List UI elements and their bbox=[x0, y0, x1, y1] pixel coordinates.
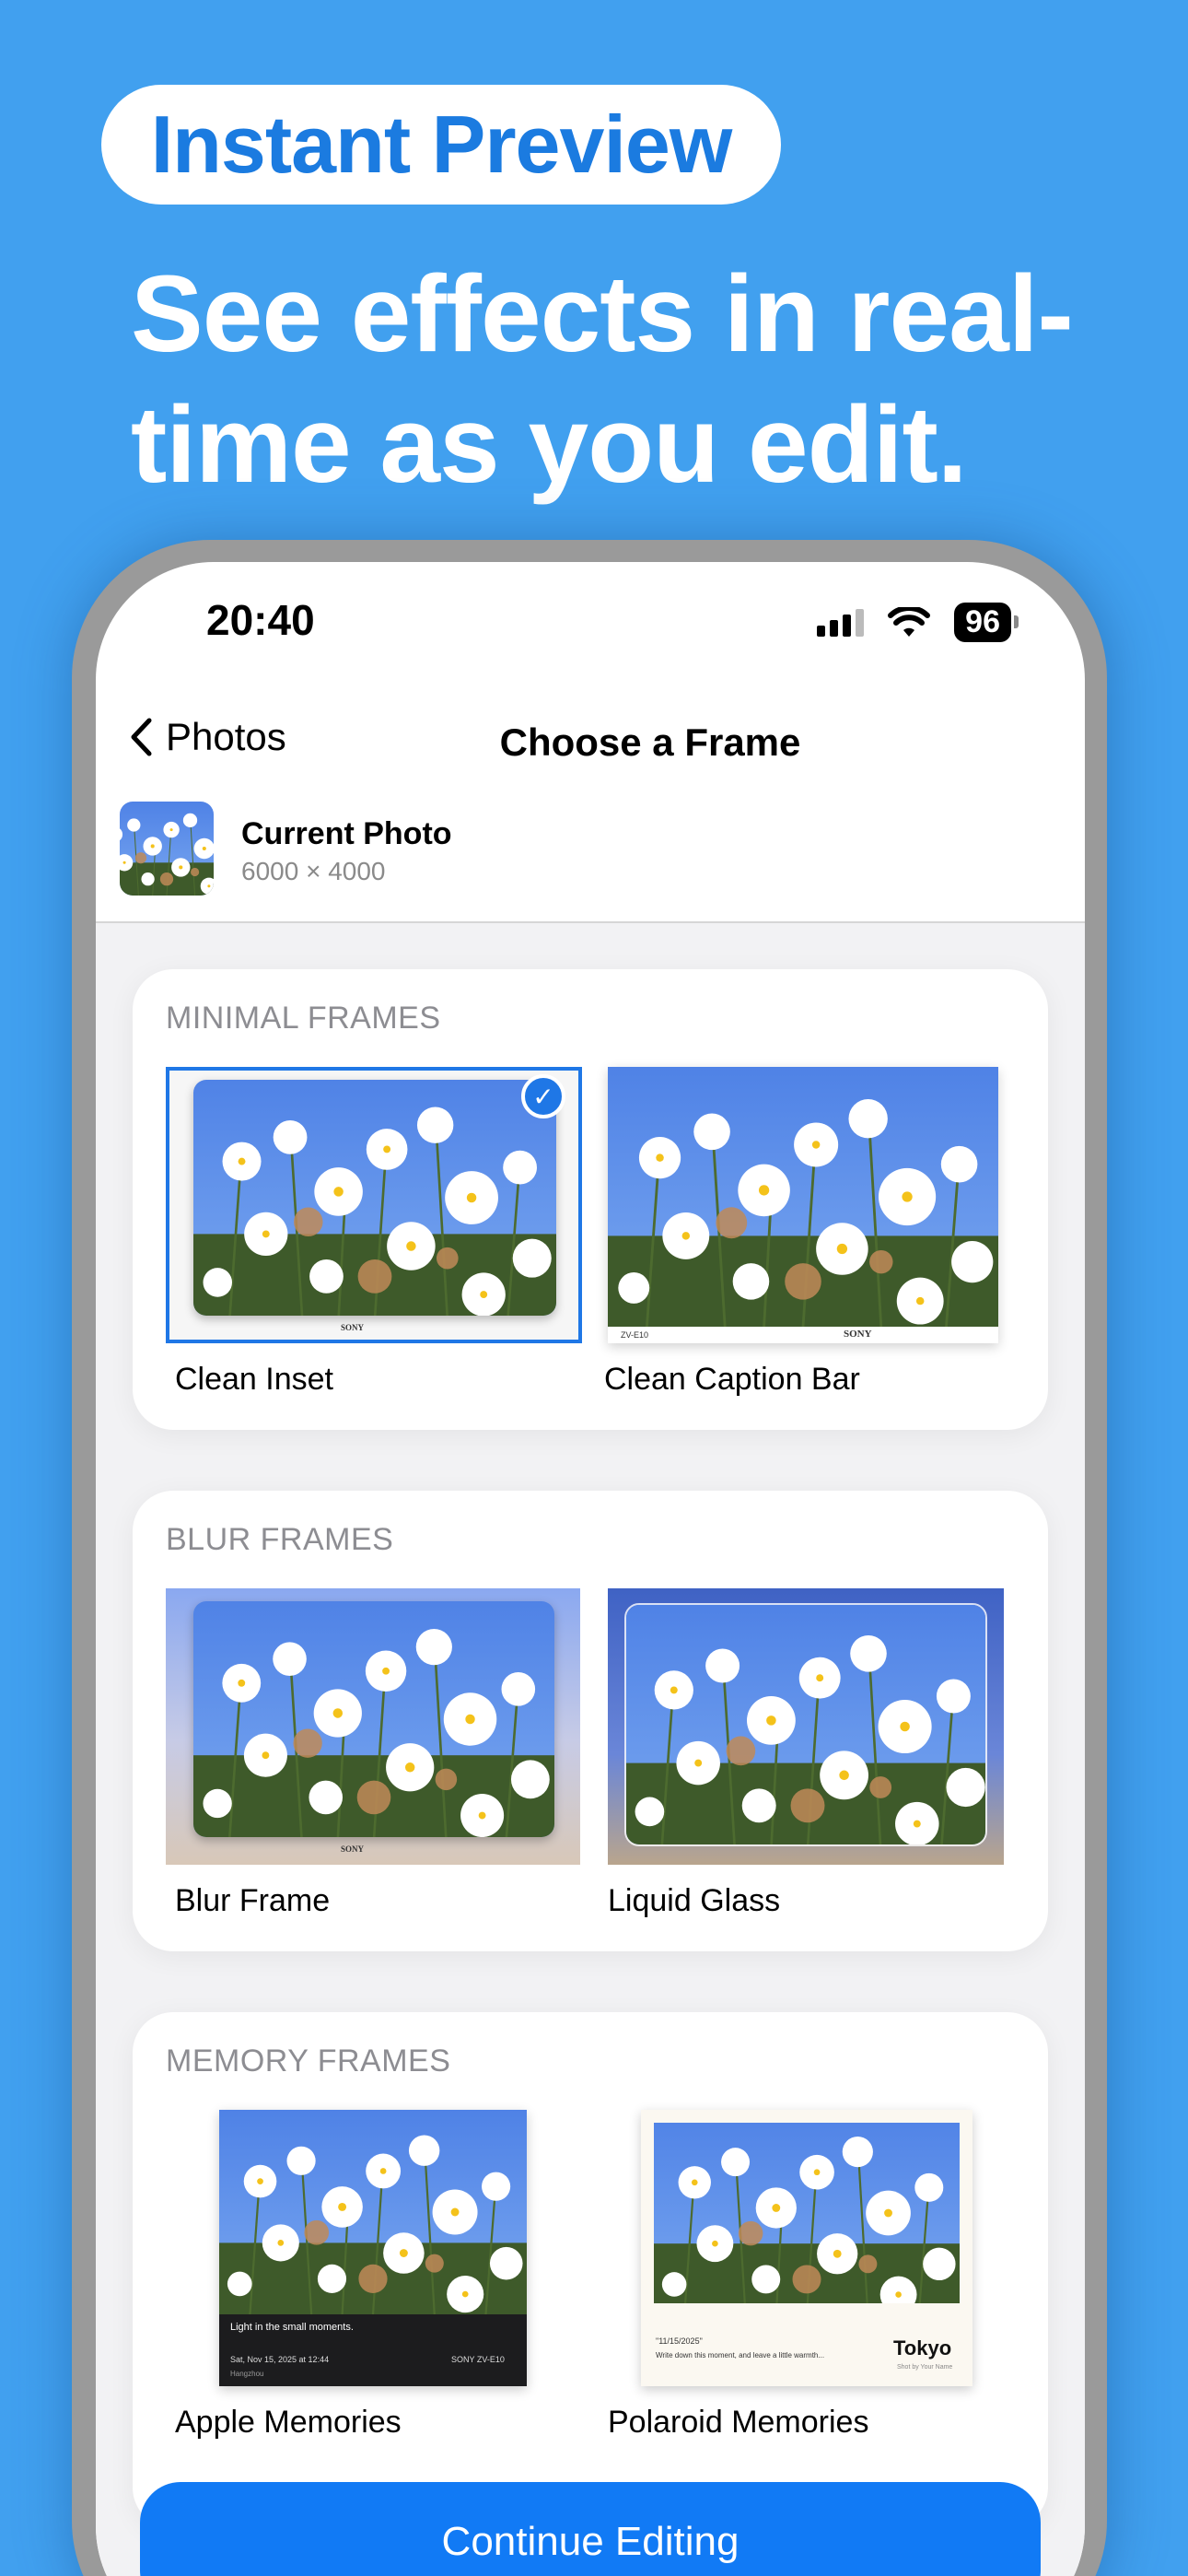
polaroid-note: Write down this moment, and leave a litt… bbox=[656, 2351, 825, 2359]
section-blur-frames: BLUR FRAMES SONY Blur Frame Liquid Glass bbox=[133, 1491, 1048, 1951]
frame-list[interactable]: MINIMAL FRAMES SONY ✓ Clean Inset ZV-E10… bbox=[96, 923, 1085, 2576]
polaroid-date: "11/15/2025" bbox=[656, 2336, 703, 2346]
frame-preview-photo bbox=[193, 1080, 556, 1316]
continue-editing-button[interactable]: Continue Editing bbox=[140, 2482, 1041, 2576]
wifi-icon bbox=[888, 606, 931, 637]
current-photo-thumbnail bbox=[120, 802, 214, 896]
headline-line-2: time as you edit. bbox=[131, 384, 968, 506]
frame-option-blur-frame[interactable]: SONY Blur Frame bbox=[166, 1588, 582, 1929]
memories-caption: Light in the small moments. bbox=[230, 2322, 354, 2333]
frame-preview-photo bbox=[219, 2110, 527, 2314]
promo-headline: See effects in real- time as you edit. bbox=[131, 249, 1181, 510]
selected-checkmark-icon: ✓ bbox=[521, 1074, 565, 1118]
frame-option-clean-caption-bar[interactable]: ZV-E10 SONY Clean Caption Bar bbox=[604, 1067, 1004, 1408]
page-title: Choose a Frame bbox=[499, 720, 801, 764]
polaroid-city: Tokyo bbox=[893, 2336, 952, 2359]
frame-option-apple-memories[interactable]: Light in the small moments. Sat, Nov 15,… bbox=[166, 2110, 582, 2451]
memories-date: Sat, Nov 15, 2025 at 12:44 bbox=[230, 2355, 330, 2364]
frame-camera-model: ZV-E10 bbox=[621, 1330, 649, 1340]
polaroid-credit: Shot by Your Name bbox=[897, 2364, 953, 2371]
promo-badge-label: Instant Preview bbox=[150, 99, 733, 190]
current-photo-row: Current Photo 6000 × 4000 bbox=[96, 792, 1085, 923]
status-bar: 20:40 96 bbox=[96, 562, 1085, 691]
section-title: MINIMAL FRAMES bbox=[166, 1001, 441, 1036]
current-photo-dimensions: 6000 × 4000 bbox=[241, 857, 386, 885]
section-memory-frames: MEMORY FRAMES Light in the small moments… bbox=[133, 2012, 1048, 2528]
frame-preview-photo bbox=[624, 1603, 987, 1846]
frame-option-liquid-glass[interactable]: Liquid Glass bbox=[608, 1588, 1004, 1929]
section-title: MEMORY FRAMES bbox=[166, 2043, 451, 2078]
memories-camera: SONY ZV-E10 bbox=[451, 2355, 505, 2364]
frame-brand-text: SONY bbox=[844, 1329, 872, 1340]
promo-badge: Instant Preview bbox=[101, 85, 781, 205]
frame-brand-text: SONY bbox=[341, 1323, 365, 1332]
frame-option-label: Blur Frame bbox=[175, 1883, 331, 1918]
memories-location: Hangzhou bbox=[230, 2370, 264, 2378]
section-minimal-frames: MINIMAL FRAMES SONY ✓ Clean Inset ZV-E10… bbox=[133, 969, 1048, 1430]
phone-screen: 20:40 96 Photos Choose a Frame Current P… bbox=[96, 562, 1085, 2576]
frame-preview-photo bbox=[654, 2123, 960, 2303]
current-photo-title: Current Photo bbox=[241, 816, 452, 851]
frame-option-label: Polaroid Memories bbox=[608, 2405, 869, 2440]
battery-icon: 96 bbox=[954, 603, 1019, 642]
frame-option-clean-inset[interactable]: SONY ✓ Clean Inset bbox=[166, 1067, 582, 1408]
section-title: BLUR FRAMES bbox=[166, 1522, 394, 1557]
frame-option-polaroid-memories[interactable]: "11/15/2025" Write down this moment, and… bbox=[608, 2110, 1004, 2451]
frame-option-label: Apple Memories bbox=[175, 2405, 402, 2440]
navigation-bar: Photos Choose a Frame bbox=[96, 691, 1085, 792]
frame-option-label: Liquid Glass bbox=[608, 1883, 781, 1918]
frame-brand-text: SONY bbox=[341, 1844, 365, 1854]
frame-preview-photo bbox=[193, 1601, 554, 1837]
frame-option-label: Clean Caption Bar bbox=[604, 1362, 860, 1397]
frame-preview-photo bbox=[608, 1067, 998, 1327]
status-icons: 96 bbox=[817, 603, 1019, 642]
cellular-signal-icon bbox=[817, 608, 865, 637]
frame-option-label: Clean Inset bbox=[175, 1362, 333, 1397]
headline-line-1: See effects in real- bbox=[131, 253, 1074, 375]
status-time: 20:40 bbox=[206, 596, 315, 644]
